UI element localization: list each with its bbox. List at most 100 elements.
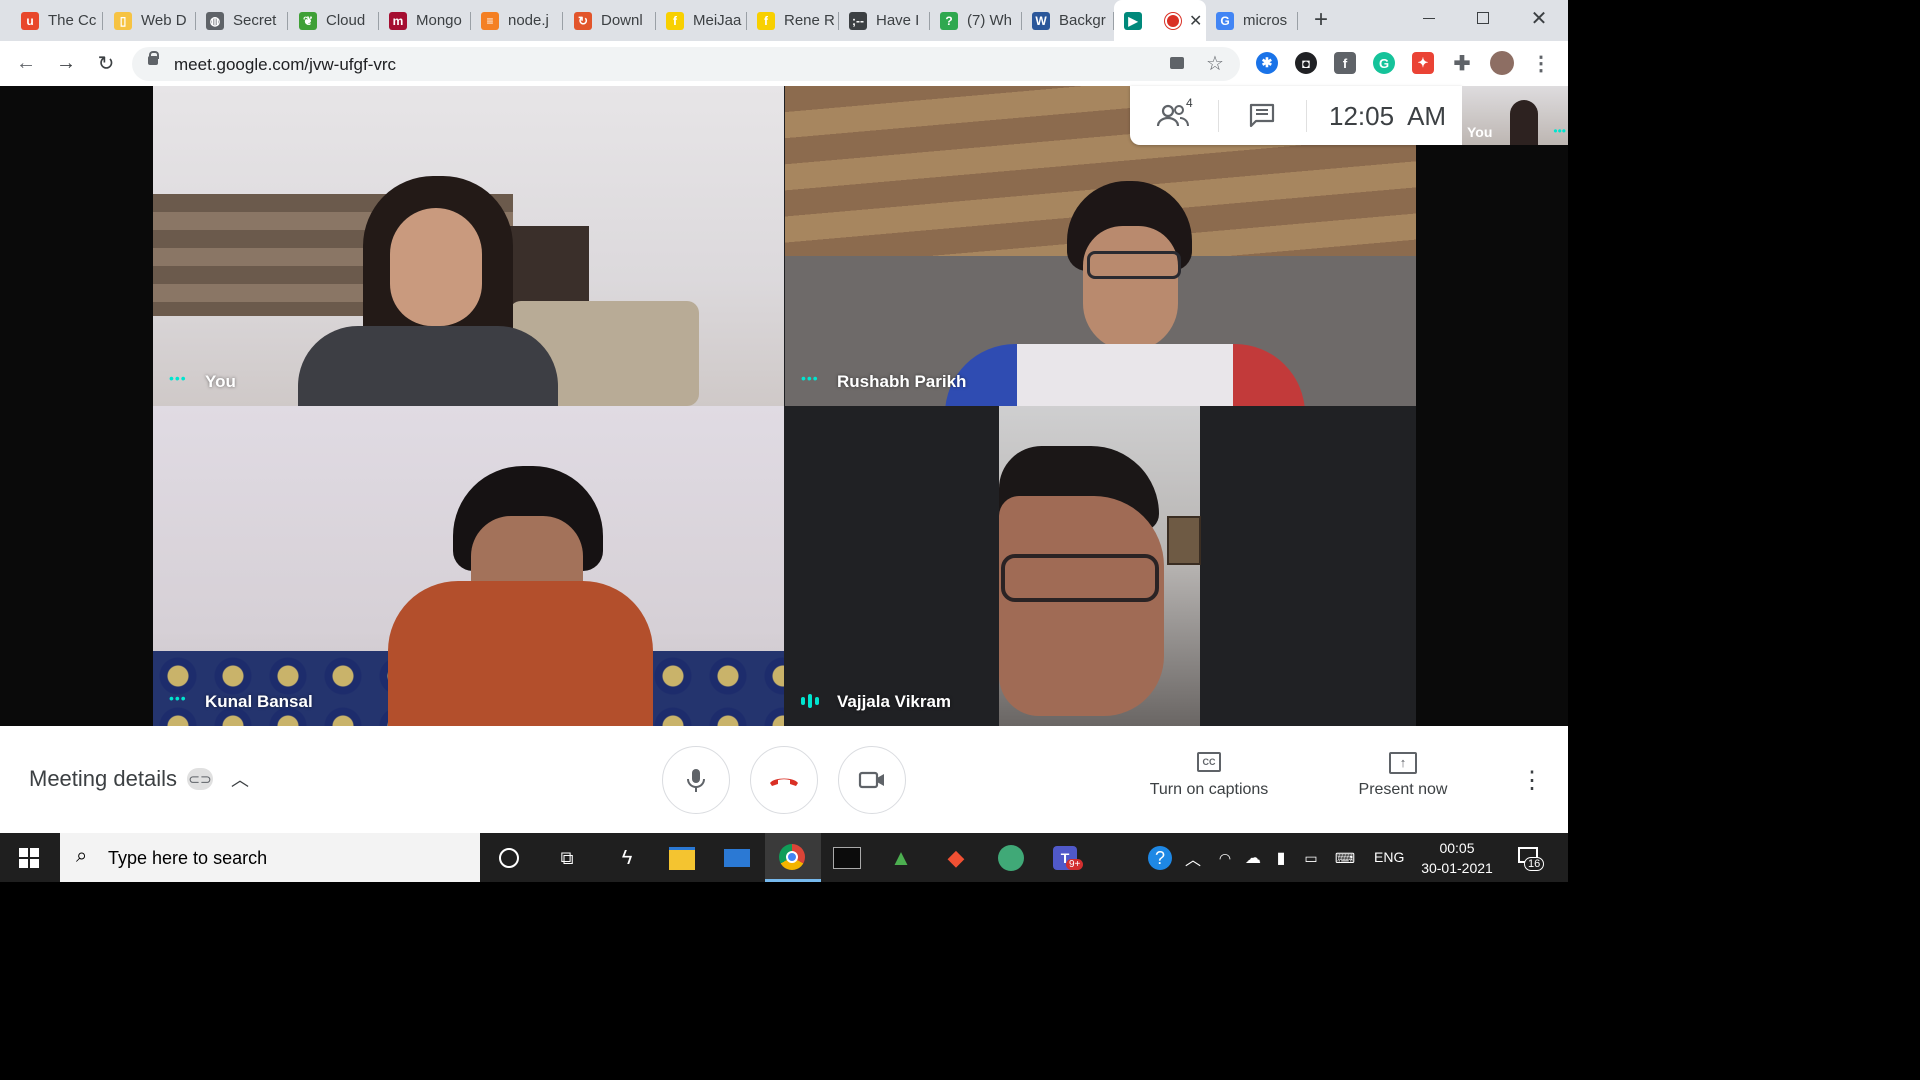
tab-favicon-icon: ≡ — [481, 11, 499, 30]
star-icon[interactable]: ☆ — [1206, 51, 1224, 76]
browser-tab[interactable]: ▶ ✕ — [1114, 0, 1206, 41]
clock-time: 00:05 — [1439, 840, 1475, 856]
microphone-tray-icon[interactable]: ▮ — [1266, 843, 1296, 873]
profile-avatar[interactable] — [1490, 51, 1514, 75]
more-options-button[interactable]: ⋮ — [1520, 766, 1544, 795]
browser-tab[interactable]: f Rene R — [747, 6, 839, 35]
leave-call-button[interactable] — [750, 746, 818, 814]
app-icon-lightning[interactable]: ϟ — [612, 843, 642, 873]
file-explorer-icon[interactable] — [667, 843, 697, 873]
self-view-thumbnail[interactable]: You ••• — [1462, 86, 1568, 145]
chevron-up-icon[interactable]: ︿ — [1178, 843, 1208, 873]
self-view-label: You — [1467, 124, 1493, 140]
browser-menu-icon[interactable]: ⋮ — [1530, 52, 1552, 75]
tab-label: Backgr — [1059, 12, 1106, 29]
close-tab-icon[interactable]: ✕ — [1189, 11, 1202, 31]
restore-button[interactable] — [1460, 0, 1506, 36]
more-options-icon[interactable]: ••• — [169, 690, 187, 706]
chat-button[interactable] — [1248, 102, 1278, 130]
camera-blocked-icon[interactable] — [1170, 57, 1184, 69]
browser-tab[interactable]: ❦ Cloud — [289, 6, 379, 35]
tab-separator — [562, 12, 563, 30]
browser-toolbar: ← → ↻ meet.google.com/jvw-ufgf-vrc ☆ ✱ ◘… — [0, 41, 1568, 87]
grammarly-icon[interactable]: G — [1373, 52, 1395, 74]
meeting-details-button[interactable]: Meeting details ⊂⊃ ︿ — [29, 766, 249, 792]
back-button[interactable]: ← — [12, 49, 40, 77]
tab-label: Secret — [233, 12, 277, 29]
more-options-icon[interactable]: ••• — [801, 370, 819, 386]
tab-favicon-icon: ◍ — [206, 11, 224, 30]
more-options-icon[interactable]: ••• — [1553, 124, 1566, 138]
more-options-icon[interactable]: ••• — [169, 370, 187, 386]
tab-favicon-icon: ;-- — [849, 11, 867, 30]
battery-icon[interactable]: ▭ — [1296, 843, 1326, 873]
clock[interactable]: 00:05 30-01-2021 — [1412, 838, 1502, 878]
terminal-icon[interactable] — [832, 843, 862, 873]
browser-tab[interactable]: ↻ Downl — [564, 6, 656, 35]
microphone-icon — [687, 769, 705, 792]
participant-tile-vajjala[interactable]: Vajjala Vikram — [785, 406, 1416, 726]
cortana-icon[interactable] — [494, 843, 524, 873]
vertical-dots-icon: ⋮ — [1520, 767, 1544, 794]
mail-icon[interactable] — [722, 843, 752, 873]
url-text: meet.google.com/jvw-ufgf-vrc — [174, 55, 397, 74]
wifi-icon[interactable]: ◠ — [1210, 843, 1240, 873]
extension-icon-2[interactable]: ◘ — [1295, 52, 1317, 74]
language-indicator[interactable]: ENG — [1374, 849, 1404, 865]
forward-button[interactable]: → — [52, 49, 80, 77]
attachment-icon: ⊂⊃ — [186, 768, 213, 790]
keyboard-icon[interactable]: ⌨ — [1330, 843, 1360, 873]
camera-button[interactable] — [838, 746, 906, 814]
new-tab-button[interactable]: + — [1306, 6, 1336, 34]
video-camera-icon — [858, 771, 884, 789]
help-icon[interactable]: ? — [1145, 843, 1175, 873]
teams-icon[interactable]: T 9+ — [1050, 843, 1084, 873]
close-window-button[interactable]: ✕ — [1516, 0, 1562, 36]
captions-button[interactable]: CC Turn on captions — [1138, 752, 1280, 812]
browser-tab[interactable]: ≡ node.j — [471, 6, 563, 35]
person-body — [298, 326, 558, 406]
search-placeholder: Type here to search — [108, 848, 268, 868]
facebook-icon[interactable]: f — [1334, 52, 1356, 74]
participant-tile-you[interactable]: ••• You — [153, 86, 784, 406]
extension-icon-5[interactable]: ✦ — [1412, 52, 1434, 74]
taskbar-search-box[interactable]: ⌕ Type here to search — [60, 833, 480, 882]
browser-tab[interactable]: m Mongo — [379, 6, 471, 35]
start-button[interactable] — [0, 833, 58, 882]
chrome-taskbar-item[interactable] — [765, 833, 821, 882]
atom-icon[interactable] — [996, 843, 1026, 873]
person-face — [999, 496, 1164, 716]
browser-tab[interactable]: ▯ Web D — [104, 6, 196, 35]
browser-tab[interactable]: Gmicros — [1206, 6, 1298, 35]
minimize-button[interactable] — [1406, 0, 1452, 36]
participant-name: Vajjala Vikram — [837, 692, 952, 711]
browser-tab[interactable]: f MeiJaa — [656, 6, 747, 35]
participants-button[interactable]: 4 — [1156, 96, 1196, 132]
microphone-button[interactable] — [662, 746, 730, 814]
browser-tab[interactable]: ? (7) Wh — [930, 6, 1022, 35]
tab-label: Have I — [876, 12, 920, 29]
browser-tab[interactable]: u The Cc — [11, 6, 103, 35]
notification-center-button[interactable]: 16 — [1514, 843, 1554, 875]
app-icon-rocket[interactable]: ▲ — [886, 843, 916, 873]
present-screen-icon: ↑ — [1389, 752, 1417, 774]
browser-tab[interactable]: ;-- Have I — [839, 6, 930, 35]
glasses — [1087, 251, 1181, 279]
reload-button[interactable]: ↻ — [92, 49, 120, 77]
speaking-indicator-icon — [801, 694, 819, 708]
task-view-icon[interactable]: ⧉ — [552, 843, 582, 873]
tab-label: micros — [1243, 12, 1288, 29]
extension-icon-1[interactable]: ✱ — [1256, 52, 1278, 74]
onedrive-icon[interactable]: ☁ — [1238, 843, 1268, 873]
browser-tab[interactable]: ◍ Secret — [196, 6, 288, 35]
puzzle-icon[interactable]: ✚ — [1451, 52, 1473, 75]
windows-logo-icon — [19, 847, 39, 868]
tab-favicon-icon: ▶ — [1124, 11, 1142, 30]
participant-tile-kunal[interactable]: ••• Kunal Bansal — [153, 406, 784, 726]
browser-tab[interactable]: W Backgr — [1022, 6, 1114, 35]
address-bar[interactable]: meet.google.com/jvw-ufgf-vrc ☆ — [132, 47, 1240, 81]
present-button[interactable]: ↑ Present now — [1342, 752, 1464, 812]
restore-icon — [1477, 12, 1489, 24]
git-icon[interactable]: ◆ — [941, 843, 971, 873]
tab-strip: u The Cc ▯ Web D ◍ Secret ❦ Cloud m Mongo ≡ node.j ↻… — [0, 0, 1568, 41]
